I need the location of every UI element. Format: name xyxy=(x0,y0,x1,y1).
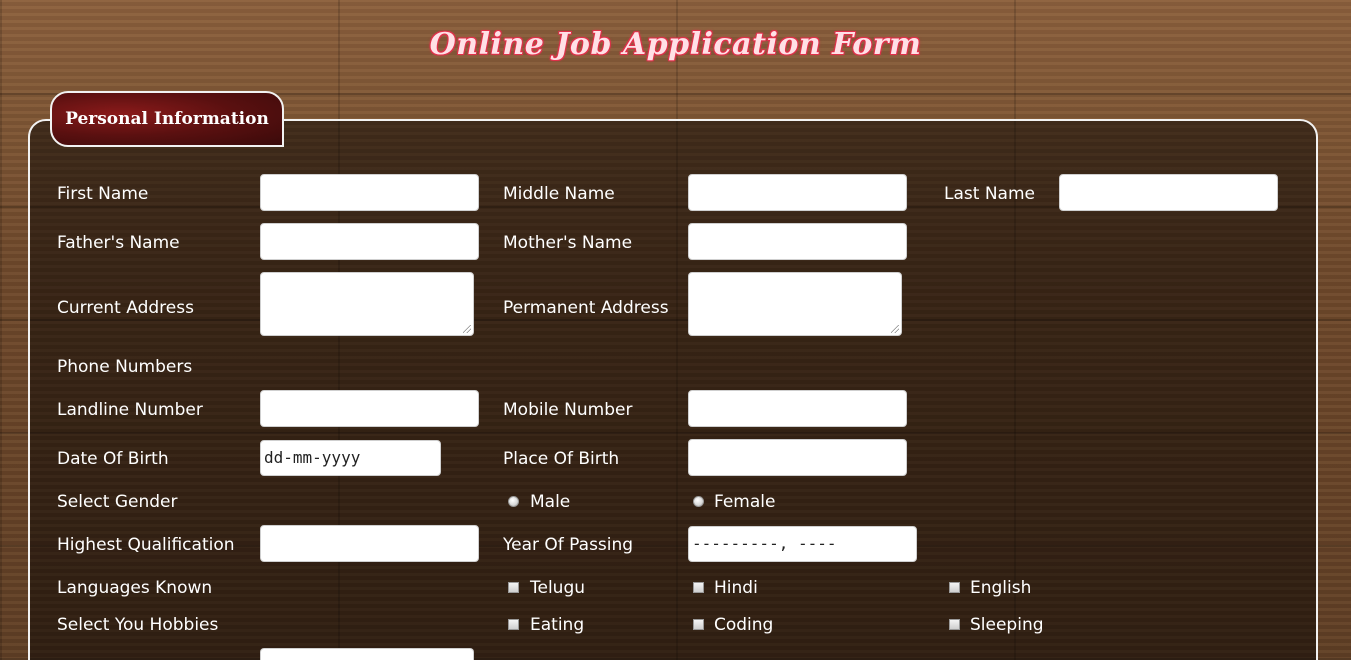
permanent-address-label: Permanent Address xyxy=(503,298,669,318)
mothers-name-label: Mother's Name xyxy=(503,233,633,253)
first-name-input[interactable] xyxy=(260,174,479,211)
first-name-label: First Name xyxy=(57,184,149,204)
gender-female-label: Female xyxy=(714,492,776,512)
language-english-label: English xyxy=(970,578,1032,598)
hobby-sleeping-label: Sleeping xyxy=(970,615,1044,635)
languages-known-label: Languages Known xyxy=(57,578,213,598)
place-of-birth-input[interactable] xyxy=(688,439,907,476)
year-of-passing-input[interactable]: ---------, ---- xyxy=(688,526,917,562)
hobby-coding-checkbox[interactable] xyxy=(693,619,704,630)
landline-number-input[interactable] xyxy=(260,390,479,427)
fathers-name-input[interactable] xyxy=(260,223,479,260)
language-hindi-label: Hindi xyxy=(714,578,758,598)
language-english-checkbox[interactable] xyxy=(949,582,960,593)
hobby-eating-checkbox[interactable] xyxy=(508,619,519,630)
highest-qualification-label: Highest Qualification xyxy=(57,535,235,555)
select-hobbies-label: Select You Hobbies xyxy=(57,615,219,635)
hobby-coding-label: Coding xyxy=(714,615,774,635)
gender-female-radio[interactable] xyxy=(693,496,704,507)
language-telugu-label: Telugu xyxy=(530,578,586,598)
mothers-name-input[interactable] xyxy=(688,223,907,260)
last-name-input[interactable] xyxy=(1059,174,1278,211)
next-field-input[interactable] xyxy=(260,648,474,660)
gender-male-label: Male xyxy=(530,492,571,512)
tab-personal-information-label: Personal Information xyxy=(65,109,269,129)
resize-grip-icon[interactable] xyxy=(463,325,471,333)
permanent-address-textarea[interactable] xyxy=(688,272,902,336)
current-address-textarea[interactable] xyxy=(260,272,474,336)
phone-numbers-heading: Phone Numbers xyxy=(57,357,193,377)
date-of-birth-input[interactable]: dd-mm-yyyy xyxy=(260,440,441,476)
middle-name-label: Middle Name xyxy=(503,184,615,204)
gender-male-radio[interactable] xyxy=(508,496,519,507)
middle-name-input[interactable] xyxy=(688,174,907,211)
place-of-birth-label: Place Of Birth xyxy=(503,449,620,469)
language-telugu-checkbox[interactable] xyxy=(508,582,519,593)
select-gender-label: Select Gender xyxy=(57,492,178,512)
year-of-passing-label: Year Of Passing xyxy=(503,535,634,555)
highest-qualification-input[interactable] xyxy=(260,525,479,562)
mobile-number-input[interactable] xyxy=(688,390,907,427)
language-hindi-checkbox[interactable] xyxy=(693,582,704,593)
hobby-eating-label: Eating xyxy=(530,615,585,635)
last-name-label: Last Name xyxy=(944,184,1035,204)
hobby-sleeping-checkbox[interactable] xyxy=(949,619,960,630)
tab-personal-information[interactable]: Personal Information xyxy=(50,91,284,147)
page-title: Online Job Application Form xyxy=(429,27,922,62)
resize-grip-icon[interactable] xyxy=(891,325,899,333)
landline-number-label: Landline Number xyxy=(57,400,203,420)
mobile-number-label: Mobile Number xyxy=(503,400,633,420)
fathers-name-label: Father's Name xyxy=(57,233,180,253)
date-of-birth-label: Date Of Birth xyxy=(57,449,169,469)
current-address-label: Current Address xyxy=(57,298,194,318)
